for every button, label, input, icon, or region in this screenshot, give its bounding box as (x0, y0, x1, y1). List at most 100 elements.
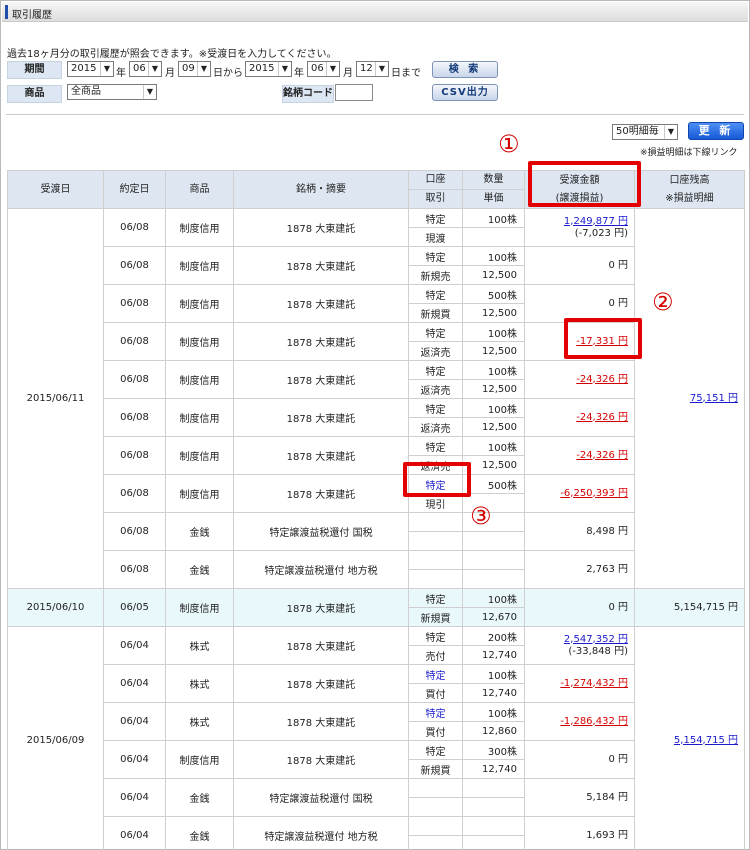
price-cell: 12,500 (462, 303, 525, 323)
annotation-circle-3: ③ (470, 502, 492, 530)
annotation-box-1 (528, 161, 641, 207)
amount-value[interactable]: -24,326 円 (576, 412, 628, 423)
to-year-select[interactable]: 2015 ▼ (245, 61, 292, 77)
from-month-select[interactable]: 06 ▼ (129, 61, 162, 77)
gain-loss-value: (-33,848 円) (568, 645, 628, 657)
product-cell: 金銭 (165, 512, 234, 551)
balance-value[interactable]: 75,151 円 (690, 393, 738, 404)
security-name-cell: 1878 大東建託 (233, 702, 409, 741)
account-cell: 特定 (408, 740, 463, 760)
account-cell: 特定 (408, 208, 463, 228)
security-name-cell: 1878 大東建託 (233, 246, 409, 285)
trade-date-cell: 06/04 (103, 626, 166, 665)
trade-date-cell: 06/08 (103, 550, 166, 589)
transaction-cell (408, 531, 463, 551)
unit-year: 年 (116, 68, 126, 79)
quantity-cell: 100株 (462, 360, 525, 380)
table-row: 06/04 制度信用 1878 大東建託 特定 300株 0 円 (8, 740, 745, 779)
header-trade-date: 約定日 (103, 170, 166, 209)
window-title: 取引履歴 (12, 10, 52, 21)
amount-cell[interactable]: -6,250,393 円 (524, 474, 635, 513)
amount-value[interactable]: -1,274,432 円 (560, 678, 628, 689)
security-name-cell: 1878 大東建託 (233, 474, 409, 513)
chevron-down-icon: ▼ (197, 62, 210, 76)
balance-value[interactable]: 5,154,715 円 (674, 735, 738, 746)
account-cell (408, 512, 463, 532)
price-cell (462, 797, 525, 817)
amount-value[interactable]: -24,326 円 (576, 450, 628, 461)
product-select[interactable]: 全商品 ▼ (67, 84, 157, 100)
product-cell: 制度信用 (165, 436, 234, 475)
security-name-cell: 特定譲渡益税還付 国税 (233, 778, 409, 817)
table-row: 06/08 制度信用 1878 大東建託 特定 100株 -24,326 円 (8, 398, 745, 437)
balance-cell[interactable]: 75,151 円 (634, 208, 745, 589)
amount-cell: 0 円 (524, 740, 635, 779)
quantity-cell (462, 816, 525, 836)
chevron-down-icon: ▼ (326, 62, 339, 76)
trade-date-cell: 06/04 (103, 816, 166, 850)
annotation-circle-1: ① (498, 130, 520, 158)
product-cell: 制度信用 (165, 474, 234, 513)
annotation-circle-2: ② (652, 288, 674, 316)
code-input[interactable] (335, 84, 373, 101)
amount-value[interactable]: -6,250,393 円 (560, 488, 628, 499)
product-cell: 制度信用 (165, 398, 234, 437)
balance-cell[interactable]: 5,154,715 円 (634, 626, 745, 850)
balance-cell: 5,154,715 円 (634, 588, 745, 627)
chevron-down-icon: ▼ (664, 125, 677, 139)
table-row: 06/08 制度信用 1878 大東建託 特定 500株 0 円 (8, 284, 745, 323)
amount-cell[interactable]: -24,326 円 (524, 398, 635, 437)
page-size-select[interactable]: 50明細毎 ▼ (612, 124, 678, 140)
quantity-cell: 100株 (462, 664, 525, 684)
account-cell: 特定 (408, 588, 463, 608)
amount-value: 0 円 (608, 601, 628, 613)
price-cell (462, 569, 525, 589)
from-year-select[interactable]: 2015 ▼ (67, 61, 114, 77)
header-date: 受渡日 (7, 170, 104, 209)
table-row: 06/08 制度信用 1878 大東建託 特定 100株 0 円 (8, 246, 745, 285)
transaction-cell (408, 797, 463, 817)
transaction-cell: 新規売 (408, 265, 463, 285)
trade-date-cell: 06/08 (103, 284, 166, 323)
transaction-cell: 新規買 (408, 759, 463, 779)
quantity-cell (462, 550, 525, 570)
amount-cell: 1,693 円 (524, 816, 635, 850)
chevron-down-icon: ▼ (143, 85, 156, 99)
amount-cell[interactable]: 1,249,877 円 (-7,023 円) (524, 208, 635, 247)
price-cell: 12,860 (462, 721, 525, 741)
security-name-cell: 特定譲渡益税還付 国税 (233, 512, 409, 551)
from-day-select[interactable]: 09 ▼ (178, 61, 211, 77)
table-row: 06/04 株式 1878 大東建託 特定 100株 -1,286,432 円 (8, 702, 745, 741)
trade-date-cell: 06/08 (103, 322, 166, 361)
price-cell: 12,500 (462, 417, 525, 437)
refresh-button[interactable]: 更 新 (688, 122, 744, 140)
amount-value: 0 円 (608, 259, 628, 271)
quantity-cell (462, 778, 525, 798)
product-cell: 制度信用 (165, 284, 234, 323)
amount-value[interactable]: 2,547,352 円 (564, 634, 628, 645)
account-cell: 特定 (408, 284, 463, 304)
search-button[interactable]: 検 索 (432, 61, 498, 78)
amount-value[interactable]: -24,326 円 (576, 374, 628, 385)
amount-cell[interactable]: -1,274,432 円 (524, 664, 635, 703)
table-row: 06/08 制度信用 1878 大東建託 特定 500株 -6,250,393 円 (8, 474, 745, 513)
csv-button[interactable]: CSV出力 (432, 84, 498, 101)
amount-value[interactable]: -1,286,432 円 (560, 716, 628, 727)
product-cell: 制度信用 (165, 360, 234, 399)
quantity-cell: 300株 (462, 740, 525, 760)
amount-cell[interactable]: 2,547,352 円 (-33,848 円) (524, 626, 635, 665)
security-name-cell: 1878 大東建託 (233, 322, 409, 361)
amount-value[interactable]: 1,249,877 円 (564, 216, 628, 227)
period-notice: 過去18ヶ月分の取引履歴が照会できます。※受渡日を入力してください。 (7, 49, 337, 60)
price-cell (462, 531, 525, 551)
amount-cell[interactable]: -1,286,432 円 (524, 702, 635, 741)
to-day-select[interactable]: 12 ▼ (356, 61, 389, 77)
to-month-select[interactable]: 06 ▼ (307, 61, 340, 77)
product-cell: 制度信用 (165, 740, 234, 779)
header-price: 単価 (462, 189, 525, 209)
amount-cell[interactable]: -24,326 円 (524, 360, 635, 399)
unit-from: 日から (213, 68, 243, 79)
title-marker (5, 5, 8, 19)
amount-cell[interactable]: -24,326 円 (524, 436, 635, 475)
from-month-value: 06 (133, 63, 146, 74)
